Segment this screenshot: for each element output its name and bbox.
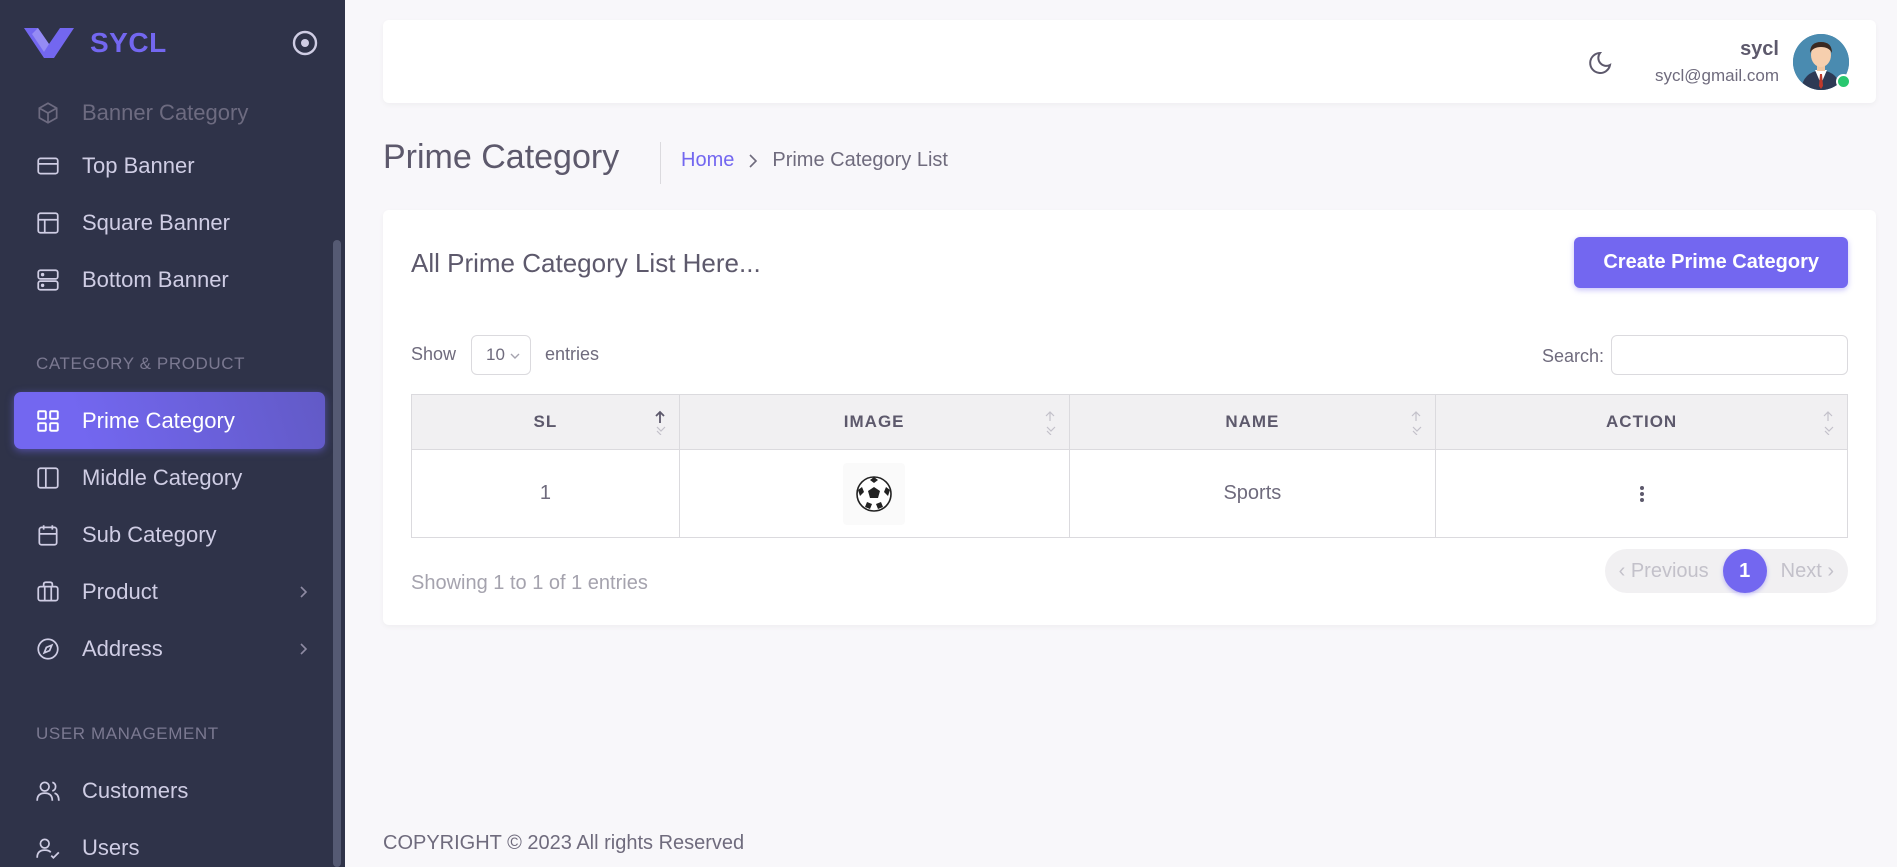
create-prime-category-button[interactable]: Create Prime Category [1574,237,1848,288]
previous-page-button[interactable]: ‹ Previous [1605,549,1723,593]
page-title: Prime Category [383,138,620,176]
column-header-image[interactable]: IMAGE [678,394,1070,450]
search-input[interactable] [1611,335,1848,375]
column-header-label: NAME [1225,412,1280,431]
column-header-action[interactable]: ACTION [1435,394,1848,450]
sidebar-item-banner-category[interactable]: Banner Category [14,84,325,141]
sidebar-item-prime-category[interactable]: Prime Category [14,392,325,449]
pagination: ‹ Previous 1 Next › [1604,549,1848,593]
sidebar-item-customers[interactable]: Customers [14,762,325,819]
compass-icon [34,635,62,663]
chevron-right-icon [300,642,308,655]
columns-icon [34,464,62,492]
column-header-name[interactable]: NAME [1068,394,1437,450]
sidebar-item-top-banner[interactable]: Top Banner [14,137,325,194]
sidebar: SYCL Banner Category Top Banner Square B… [0,0,345,867]
sidebar-item-label: Prime Category [82,407,235,433]
column-header-sl[interactable]: SL [411,394,680,450]
sort-icon [1411,411,1422,435]
sidebar-item-label: Users [82,834,140,860]
column-header-label: ACTION [1606,412,1678,431]
credit-card-icon [34,152,62,180]
breadcrumb-divider [660,142,661,184]
online-status-dot [1836,74,1851,89]
sidebar-item-product[interactable]: Product [14,563,325,620]
top-navbar: sycl sycl@gmail.com [383,20,1876,103]
user-email: sycl@gmail.com [1655,66,1779,85]
sidebar-item-label: Sub Category [82,521,217,547]
sidebar-item-middle-category[interactable]: Middle Category [14,449,325,506]
sidebar-item-users[interactable]: Users [14,819,325,867]
user-name: sycl [1740,38,1779,60]
table-row: 1 Sports [411,449,1848,538]
cell-name: Sports [1068,449,1437,538]
sort-icon [1045,411,1055,435]
cell-sl: 1 [411,449,680,538]
chevron-down-icon [510,353,520,359]
user-check-icon [34,834,62,862]
breadcrumb-home-link[interactable]: Home [681,149,734,172]
category-list-card: All Prime Category List Here... Create P… [383,210,1876,625]
section-header-category-product: CATEGORY & PRODUCT [36,354,246,373]
prime-category-table: SL IMAGE NAME ACTION 1 Sports [411,394,1848,538]
brand-name: SYCL [90,27,167,58]
soccer-ball-image [843,462,906,525]
users-icon [34,777,62,805]
card-title: All Prime Category List Here... [411,248,761,278]
entries-per-page-select[interactable]: 10 [471,335,531,375]
moon-icon[interactable] [1588,48,1616,76]
sidebar-toggle-icon[interactable] [292,30,318,56]
cell-image [678,449,1070,538]
page-number-button[interactable]: 1 [1722,549,1767,593]
sidebar-item-label: Square Banner [82,209,230,235]
layout-icon [34,209,62,237]
show-label: Show [411,344,457,364]
calendar-icon [34,521,62,549]
sidebar-item-sub-category[interactable]: Sub Category [14,506,325,563]
brand-logo-icon [24,28,74,58]
search-label: Search: [1541,346,1604,366]
sidebar-item-label: Customers [82,777,189,803]
breadcrumb: Home Prime Category List [681,149,948,172]
sidebar-item-label: Top Banner [82,152,195,178]
chevron-right-icon [300,585,308,598]
sidebar-item-label: Product [82,578,158,604]
next-page-button[interactable]: Next › [1767,549,1848,593]
footer-copyright: COPYRIGHT © 2023 All rights Reserved [383,832,745,854]
section-header-user-management: USER MANAGEMENT [36,724,219,743]
sidebar-scrollbar[interactable] [333,240,341,867]
column-header-label: IMAGE [843,412,905,431]
sidebar-item-label: Bottom Banner [82,266,229,292]
entries-per-page-value: 10 [486,345,505,364]
entries-label: entries [545,344,600,364]
server-icon [34,266,62,294]
column-header-label: SL [533,412,558,431]
sidebar-item-label: Banner Category [82,99,249,125]
brand[interactable]: SYCL [24,24,167,62]
sidebar-item-label: Middle Category [82,464,243,490]
sidebar-item-square-banner[interactable]: Square Banner [14,194,325,251]
breadcrumb-current: Prime Category List [772,149,948,171]
chevron-right-icon [749,153,758,168]
sidebar-item-bottom-banner[interactable]: Bottom Banner [14,251,325,308]
grid-icon [34,407,62,435]
sidebar-item-label: Address [82,635,163,661]
sort-ascending-icon [655,410,666,435]
more-vertical-icon[interactable] [1638,485,1646,503]
table-info: Showing 1 to 1 of 1 entries [411,572,648,594]
table-header-row: SL IMAGE NAME ACTION [411,394,1848,450]
cell-action [1435,449,1848,538]
box-icon [34,99,62,127]
briefcase-icon [34,578,62,606]
sidebar-item-address[interactable]: Address [14,620,325,677]
sort-icon [1823,411,1834,435]
